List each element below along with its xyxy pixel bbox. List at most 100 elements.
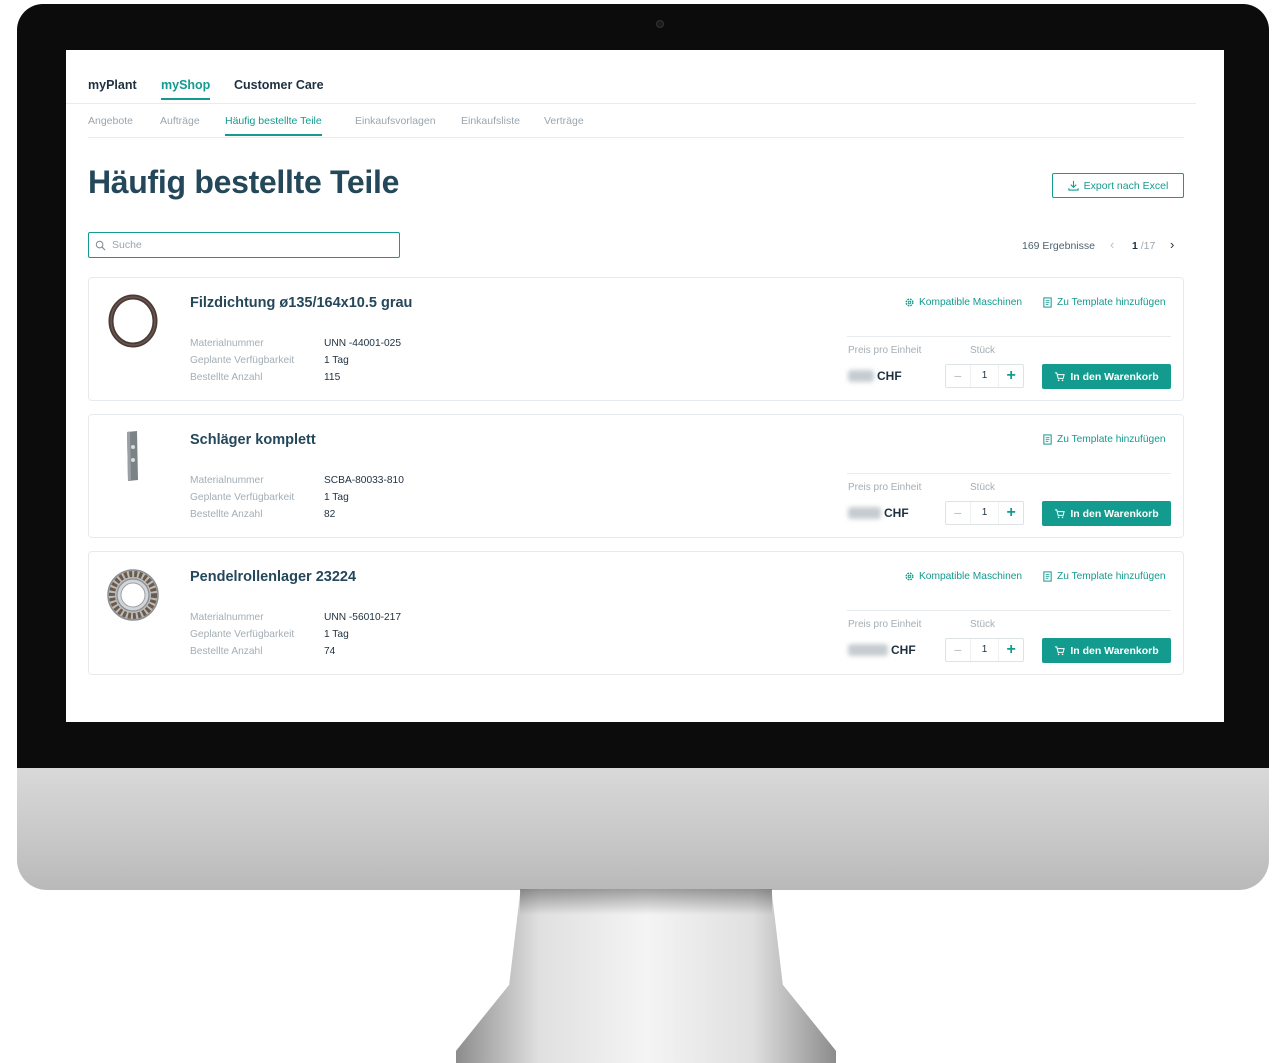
add-to-cart-button[interactable]: In den Warenkorb [1042,501,1171,526]
availability: 1 Tag [324,629,349,640]
quantity-label: Stück [970,345,996,356]
material-number: SCBA-80033-810 [324,475,404,486]
increase-button[interactable]: + [999,504,1023,522]
chevron-left-icon[interactable]: ‹ [1110,237,1122,252]
attr-label: Bestellte Anzahl [190,509,263,520]
document-icon [1043,297,1052,308]
tab-einkaufsliste[interactable]: Einkaufsliste [461,115,520,134]
top-navigation: myPlant myShop Customer Care [66,50,1196,104]
compatible-machines-label: Kompatible Maschinen [919,571,1023,582]
material-number: UNN -56010-217 [324,612,402,623]
tab-einkaufsvorlagen[interactable]: Einkaufsvorlagen [355,115,436,134]
product-image-seal-ring [108,294,158,348]
quantity-value[interactable]: 1 [969,639,1000,661]
compatible-machines-label: Kompatible Maschinen [919,297,1023,308]
increase-button[interactable]: + [999,641,1023,659]
cart-icon [1055,509,1066,519]
availability: 1 Tag [324,355,349,366]
divider [847,336,1171,337]
stand-shadow [520,889,772,915]
add-to-cart-button[interactable]: In den Warenkorb [1042,638,1171,663]
blurred-price [848,370,874,382]
tab-auftraege[interactable]: Aufträge [160,115,200,134]
monitor-stand [456,889,836,1063]
product-image-beater-part [127,431,138,481]
add-to-template-label: Zu Template hinzufügen [1057,434,1166,445]
screen: myPlant myShop Customer Care Angebote Au… [66,50,1224,722]
search-input[interactable] [112,239,392,251]
sub-navigation: Angebote Aufträge Häufig bestellte Teile… [88,104,1184,138]
nav-myshop[interactable]: myShop [161,78,211,100]
monitor-chin [17,768,1269,890]
product-name[interactable]: Schläger komplett [190,432,316,448]
decrease-button[interactable]: − [946,368,970,384]
tab-angebote[interactable]: Angebote [88,115,133,134]
product-card: Filzdichtung ø135/164x10.5 grau Material… [88,277,1184,401]
currency: CHF [891,643,916,657]
export-excel-label: Export nach Excel [1083,179,1169,192]
attr-label: Materialnummer [190,475,264,486]
document-icon [1043,434,1052,445]
page-title: Häufig bestellte Teile [88,164,400,200]
increase-button[interactable]: + [999,367,1023,385]
product-card: Pendelrollenlager 23224 Materialnummer U… [88,551,1184,675]
add-to-cart-label: In den Warenkorb [1070,507,1159,520]
quantity-label: Stück [970,619,996,630]
add-to-cart-button[interactable]: In den Warenkorb [1042,364,1171,389]
price-label: Preis pro Einheit [848,345,922,356]
search-box[interactable] [88,232,400,258]
divider [847,610,1171,611]
add-to-template-link[interactable]: Zu Template hinzufügen [1042,571,1166,582]
quantity-stepper: − 1 + [945,638,1024,662]
ordered-count: 115 [324,372,341,383]
add-to-cart-label: In den Warenkorb [1070,370,1159,383]
pagination-current: 1 /17 [1132,240,1155,252]
quantity-stepper: − 1 + [945,364,1024,388]
pagination-total: /17 [1140,240,1156,252]
currency: CHF [877,369,902,383]
tab-haeufig-bestellte-teile[interactable]: Häufig bestellte Teile [225,115,322,136]
price-label: Preis pro Einheit [848,482,922,493]
divider [847,473,1171,474]
product-name[interactable]: Pendelrollenlager 23224 [190,569,356,585]
gear-icon [905,572,914,581]
unit-price: CHF [848,506,909,520]
quantity-value[interactable]: 1 [969,502,1000,524]
cart-icon [1055,372,1066,382]
blurred-price [848,507,881,519]
attr-label: Bestellte Anzahl [190,372,263,383]
nav-customer-care[interactable]: Customer Care [234,78,324,98]
availability: 1 Tag [324,492,349,503]
camera [656,20,664,28]
product-image-roller-bearing [107,569,159,621]
add-to-template-label: Zu Template hinzufügen [1057,297,1166,308]
pagination-page: 1 [1132,240,1138,252]
product-name[interactable]: Filzdichtung ø135/164x10.5 grau [190,295,412,311]
ordered-count: 74 [324,646,336,657]
ordered-count: 82 [324,509,336,520]
blurred-price [848,644,888,656]
download-icon [1068,180,1079,191]
chevron-right-icon[interactable]: › [1170,237,1182,252]
price-label: Preis pro Einheit [848,619,922,630]
decrease-button[interactable]: − [946,642,970,658]
document-icon [1043,571,1052,582]
results-count: 169 Ergebnisse [1022,240,1095,252]
decrease-button[interactable]: − [946,505,970,521]
nav-myplant[interactable]: myPlant [88,78,137,98]
unit-price: CHF [848,369,902,383]
product-card: Schläger komplett Materialnummer SCBA-80… [88,414,1184,538]
attr-label: Materialnummer [190,612,264,623]
compatible-machines-link[interactable]: Kompatible Maschinen [904,571,1022,582]
add-to-template-link[interactable]: Zu Template hinzufügen [1042,434,1166,445]
export-excel-button[interactable]: Export nach Excel [1052,173,1184,198]
quantity-stepper: − 1 + [945,501,1024,525]
search-icon [95,240,106,250]
gear-icon [905,298,914,307]
add-to-template-link[interactable]: Zu Template hinzufügen [1042,297,1166,308]
cart-icon [1055,646,1066,656]
add-to-cart-label: In den Warenkorb [1070,644,1159,657]
quantity-value[interactable]: 1 [969,365,1000,387]
compatible-machines-link[interactable]: Kompatible Maschinen [904,297,1022,308]
tab-vertraege[interactable]: Verträge [544,115,584,134]
